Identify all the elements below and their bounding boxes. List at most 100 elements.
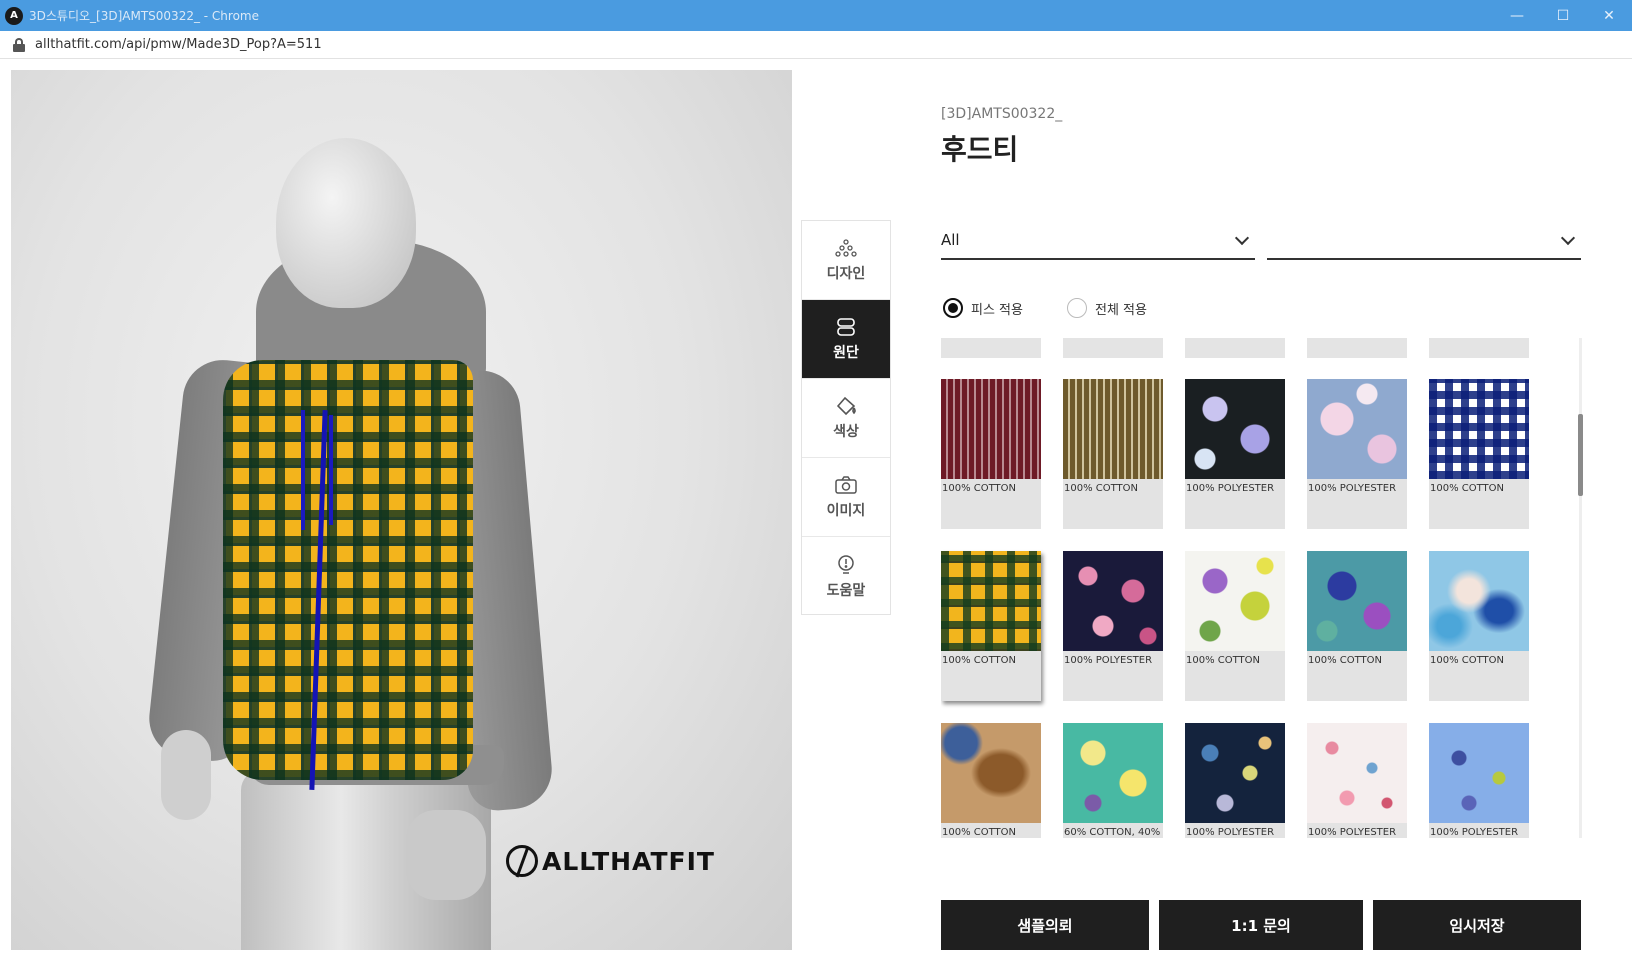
tool-fabric-label: 원단	[833, 345, 859, 361]
fabric-swatch[interactable]	[1429, 379, 1529, 479]
fabric-composition: 100% COTTON	[1430, 483, 1505, 494]
tool-image-label: 이미지	[826, 503, 866, 519]
3d-viewer[interactable]: ALLTHATFIT	[11, 70, 792, 950]
fabric-grid: 100% COTTON 100% COTTON 100% POLYESTER 1…	[941, 379, 1581, 838]
fabric-list-scrollbar[interactable]	[1579, 338, 1582, 838]
fabric-card[interactable]: 100% POLYESTER	[1307, 723, 1407, 838]
tool-fabric[interactable]: 원단	[802, 300, 890, 379]
lightbulb-icon	[833, 554, 859, 576]
fabric-swatch[interactable]	[1063, 551, 1163, 651]
apply-all-radio[interactable]: 전체 적용	[1066, 298, 1147, 318]
fabric-card[interactable]: 100% COTTON	[1429, 551, 1529, 701]
window-titlebar: A 3D스튜디오_[3D]AMTS00322_ - Chrome — ☐ ✕	[0, 0, 1632, 31]
fabric-card[interactable]: 100% POLYESTER	[1429, 723, 1529, 838]
chevron-down-icon	[1560, 230, 1576, 246]
fabric-card[interactable]: 100% COTTON	[1185, 551, 1285, 701]
fabric-swatch[interactable]	[941, 379, 1041, 479]
inquiry-button[interactable]: 1:1 문의	[1159, 900, 1363, 950]
fabric-card-partial[interactable]	[1307, 338, 1407, 358]
radio-indicator[interactable]	[943, 298, 963, 318]
tool-help-label: 도움말	[826, 582, 866, 599]
tool-menu: 디자인 원단 색상 이미지 도움말	[801, 220, 891, 615]
design-dots-icon	[833, 237, 859, 259]
fabric-swatch[interactable]	[1429, 723, 1529, 823]
fabric-composition: 100% POLYESTER	[1308, 483, 1397, 494]
hoodie-body-plaid	[223, 360, 473, 780]
camera-icon	[833, 474, 859, 496]
tool-design[interactable]: 디자인	[802, 221, 890, 300]
fabric-card[interactable]: 100% COTTON	[941, 723, 1041, 838]
fabric-swatch[interactable]	[1185, 379, 1285, 479]
radio-indicator[interactable]	[1066, 298, 1087, 318]
fabric-swatch[interactable]	[1185, 551, 1285, 651]
brand-wordmark: ALLTHATFIT	[542, 846, 715, 876]
apply-mode-group: 피스 적용 전체 적용	[943, 298, 1147, 318]
close-button[interactable]: ✕	[1586, 0, 1632, 31]
action-bar: 샘플의뢰 1:1 문의 임시저장	[941, 900, 1581, 950]
mannequin-right-hand	[406, 810, 486, 900]
fabric-swatch[interactable]	[1429, 551, 1529, 651]
apply-piece-radio[interactable]: 피스 적용	[943, 298, 1023, 318]
fabric-composition: 100% POLYESTER	[1430, 827, 1519, 838]
maximize-button[interactable]: ☐	[1540, 0, 1586, 31]
tool-color[interactable]: 색상	[802, 379, 890, 458]
fabric-card[interactable]: 60% COTTON, 40%	[1063, 723, 1163, 838]
fabric-swatch[interactable]	[1307, 551, 1407, 651]
minimize-button[interactable]: —	[1494, 0, 1540, 31]
product-code: [3D]AMTS00322_	[941, 106, 1063, 122]
url-text[interactable]: allthatfit.com/api/pmw/Made3D_Pop?A=511	[35, 37, 322, 52]
lock-icon[interactable]	[13, 37, 25, 52]
fabric-swatch[interactable]	[1063, 379, 1163, 479]
fabric-composition: 100% POLYESTER	[1064, 655, 1153, 666]
fabric-card[interactable]: 100% COTTON	[1063, 379, 1163, 529]
fabric-swatch[interactable]	[1063, 723, 1163, 823]
fabric-composition: 100% POLYESTER	[1308, 827, 1397, 838]
fabric-card[interactable]: 100% COTTON	[1429, 379, 1529, 529]
window-controls: — ☐ ✕	[1494, 0, 1632, 31]
fabric-card[interactable]: 100% POLYESTER	[1063, 551, 1163, 701]
fabric-composition: 60% COTTON, 40%	[1064, 827, 1161, 838]
mannequin-head	[276, 138, 416, 308]
fabric-composition: 100% COTTON	[942, 827, 1017, 838]
fabric-list-scroll-thumb[interactable]	[1578, 414, 1583, 496]
fabric-card-partial[interactable]	[1063, 338, 1163, 358]
tool-image[interactable]: 이미지	[802, 458, 890, 537]
fabric-composition: 100% COTTON	[1186, 655, 1261, 666]
fabric-composition: 100% POLYESTER	[1186, 827, 1275, 838]
fabric-card[interactable]: 100% COTTON	[1307, 551, 1407, 701]
subcategory-select[interactable]	[1267, 222, 1581, 260]
fabric-card[interactable]: 100% POLYESTER	[1185, 379, 1285, 529]
fabric-swatch[interactable]	[1185, 723, 1285, 823]
chevron-down-icon	[1234, 230, 1250, 246]
fabric-swatch[interactable]	[941, 723, 1041, 823]
fabric-swatch[interactable]	[1307, 723, 1407, 823]
window-title: 3D스튜디오_[3D]AMTS00322_ - Chrome	[29, 9, 259, 23]
sample-request-button[interactable]: 샘플의뢰	[941, 900, 1149, 950]
tool-design-label: 디자인	[826, 266, 866, 282]
fabric-card-partial[interactable]	[1185, 338, 1285, 358]
fabric-card[interactable]: 100% POLYESTER	[1185, 723, 1285, 838]
brand-logo: ALLTHATFIT	[506, 845, 715, 877]
fabric-list[interactable]: 100% COTTON 100% COTTON 100% POLYESTER 1…	[941, 338, 1581, 838]
fabric-swatch[interactable]	[941, 551, 1041, 651]
fabric-row-partial	[941, 338, 1581, 358]
fabric-card[interactable]: 100% COTTON	[941, 379, 1041, 529]
category-select[interactable]: All	[941, 222, 1255, 260]
fabric-card[interactable]: 100% POLYESTER	[1307, 379, 1407, 529]
mannequin-left-hand	[161, 730, 211, 820]
fabric-composition: 100% COTTON	[1430, 655, 1505, 666]
fabric-card-partial[interactable]	[1429, 338, 1529, 358]
app-logo-icon: A	[5, 6, 23, 25]
fabric-card-partial[interactable]	[941, 338, 1041, 358]
fabric-composition: 100% COTTON	[942, 483, 1017, 494]
address-bar[interactable]: allthatfit.com/api/pmw/Made3D_Pop?A=511	[0, 31, 1632, 59]
temp-save-button[interactable]: 임시저장	[1373, 900, 1581, 950]
fabric-composition: 100% COTTON	[1064, 483, 1139, 494]
apply-all-label: 전체 적용	[1094, 302, 1147, 318]
fabric-swatch[interactable]	[1307, 379, 1407, 479]
fabric-composition: 100% COTTON	[942, 655, 1017, 666]
tool-help[interactable]: 도움말	[802, 537, 890, 616]
hoodie-drawcord-right	[329, 415, 333, 525]
paint-bucket-icon	[833, 395, 859, 417]
fabric-card-selected[interactable]: 100% COTTON	[941, 551, 1041, 701]
